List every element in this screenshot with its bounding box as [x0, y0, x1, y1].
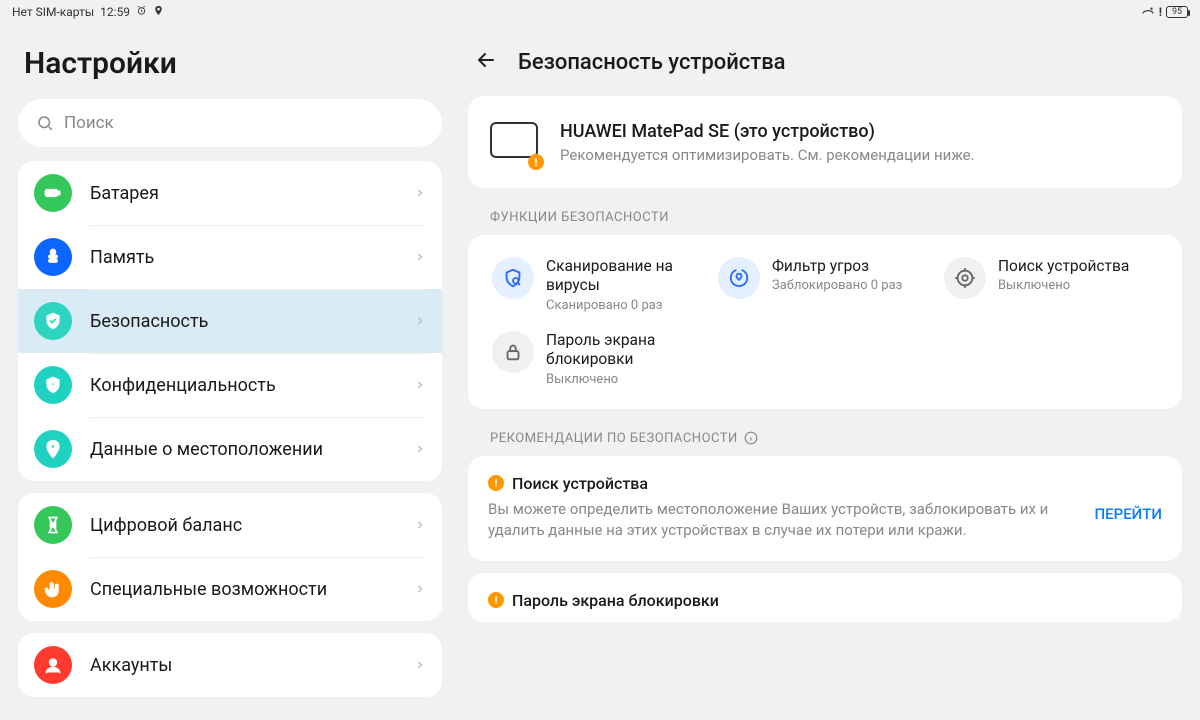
chevron-right-icon [414, 312, 426, 331]
shield-icon [34, 302, 72, 340]
chevron-right-icon [414, 184, 426, 203]
nfc-icon [1141, 5, 1155, 20]
warning-icon: ! [488, 592, 504, 608]
section-recs-label: РЕКОМЕНДАЦИИ ПО БЕЗОПАСНОСТИ [490, 431, 1182, 446]
chevron-right-icon [414, 516, 426, 535]
location-icon [153, 5, 164, 19]
alarm-icon [136, 5, 147, 19]
sidebar-item-storage[interactable]: Память [18, 225, 442, 289]
feature-subtitle: Сканировано 0 раз [546, 298, 706, 313]
sidebar-item-label: Цифровой баланс [90, 515, 414, 536]
sidebar-item-digital[interactable]: Цифровой баланс [18, 493, 442, 557]
sidebar-item-location[interactable]: Данные о местоположении [18, 417, 442, 481]
recommendation-action-button[interactable]: ПЕРЕЙТИ [1095, 499, 1163, 523]
chevron-right-icon [414, 580, 426, 599]
recommendation-title: Поиск устройства [512, 474, 648, 493]
feature-title: Сканирование на вирусы [546, 257, 706, 296]
search-placeholder: Поиск [64, 113, 114, 133]
warning-badge-icon: ! [528, 154, 544, 170]
feature-title: Фильтр угроз [772, 257, 902, 276]
recommendation-title: Пароль экрана блокировки [512, 591, 719, 610]
battery-icon [34, 174, 72, 212]
sidebar-item-privacy[interactable]: Конфиденциальность [18, 353, 442, 417]
chevron-right-icon [414, 376, 426, 395]
tablet-icon: ! [490, 116, 542, 168]
sidebar-item-label: Память [90, 247, 414, 268]
user-icon [34, 646, 72, 684]
feature-subtitle: Выключено [546, 372, 706, 387]
sidebar-item-label: Специальные возможности [90, 579, 414, 600]
sidebar-item-label: Аккаунты [90, 655, 414, 676]
virus-icon [492, 257, 534, 299]
hourglass-icon [34, 506, 72, 544]
sidebar-item-label: Конфиденциальность [90, 375, 414, 396]
status-bar: Нет SIM-карты 12:59 ! 95 [0, 0, 1200, 24]
feature-title: Пароль экрана блокировки [546, 331, 706, 370]
threat-icon [718, 257, 760, 299]
battery-icon: 95 [1166, 6, 1188, 18]
feature-subtitle: Выключено [998, 278, 1129, 293]
recommendation-card: ! Поиск устройства Вы можете определить … [468, 456, 1182, 561]
search-input[interactable]: Поиск [18, 99, 442, 147]
feature-threat[interactable]: Фильтр угроз Заблокировано 0 раз [712, 253, 938, 317]
sidebar-item-label: Безопасность [90, 311, 414, 332]
features-card: Сканирование на вирусы Сканировано 0 раз… [468, 235, 1182, 409]
sidebar-item-security[interactable]: Безопасность [18, 289, 442, 353]
info-icon[interactable] [744, 431, 758, 445]
feature-subtitle: Заблокировано 0 раз [772, 278, 902, 293]
chevron-right-icon [414, 440, 426, 459]
device-subtitle: Рекомендуется оптимизировать. См. рекоме… [560, 146, 975, 164]
recommendation-card: ! Пароль экрана блокировки [468, 573, 1182, 622]
find-icon [944, 257, 986, 299]
detail-title: Безопасность устройства [518, 50, 786, 75]
feature-lockpw[interactable]: Пароль экрана блокировки Выключено [486, 327, 712, 391]
sidebar-item-accounts[interactable]: Аккаунты [18, 633, 442, 697]
shield-eye-icon [34, 366, 72, 404]
status-time: 12:59 [100, 5, 130, 19]
lockpw-icon [492, 331, 534, 373]
storage-icon [34, 238, 72, 276]
feature-find[interactable]: Поиск устройства Выключено [938, 253, 1164, 317]
status-sim: Нет SIM-карты [12, 5, 94, 19]
detail-panel: Безопасность устройства ! HUAWEI MatePad… [460, 24, 1200, 720]
device-card[interactable]: ! HUAWEI MatePad SE (это устройство) Рек… [468, 96, 1182, 188]
pin-icon [34, 430, 72, 468]
sidebar-item-label: Данные о местоположении [90, 439, 414, 460]
search-icon [36, 114, 54, 132]
recommendation-desc: Вы можете определить местоположение Ваши… [488, 499, 1079, 541]
back-button[interactable] [474, 48, 498, 76]
chevron-right-icon [414, 656, 426, 675]
chevron-right-icon [414, 248, 426, 267]
warning-icon: ! [1159, 5, 1162, 19]
feature-virus[interactable]: Сканирование на вирусы Сканировано 0 раз [486, 253, 712, 317]
section-features-label: ФУНКЦИИ БЕЗОПАСНОСТИ [490, 210, 1182, 225]
warning-icon: ! [488, 475, 504, 491]
settings-sidebar: Настройки Поиск Батарея Память Безопасно… [0, 24, 460, 720]
feature-title: Поиск устройства [998, 257, 1129, 276]
sidebar-item-accessibility[interactable]: Специальные возможности [18, 557, 442, 621]
sidebar-item-label: Батарея [90, 183, 414, 204]
page-title: Настройки [24, 46, 442, 81]
sidebar-item-battery[interactable]: Батарея [18, 161, 442, 225]
hand-icon [34, 570, 72, 608]
device-name: HUAWEI MatePad SE (это устройство) [560, 121, 975, 142]
